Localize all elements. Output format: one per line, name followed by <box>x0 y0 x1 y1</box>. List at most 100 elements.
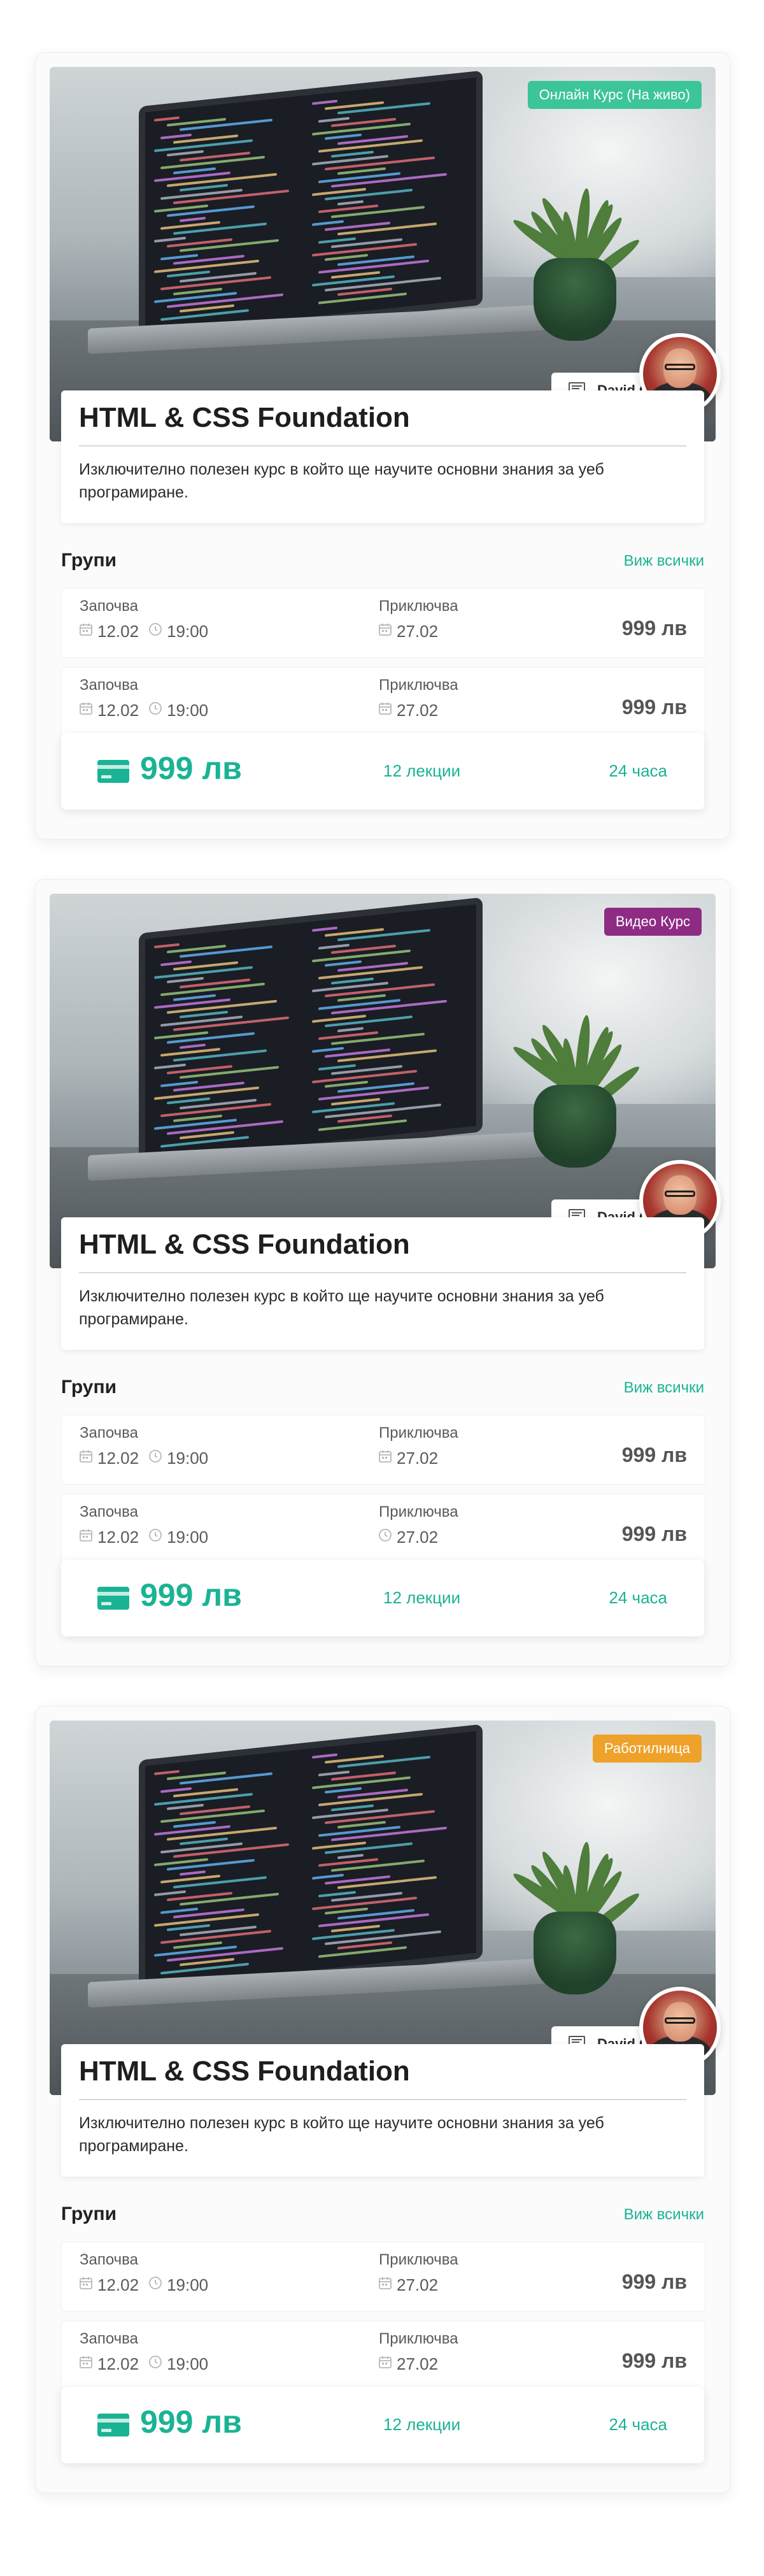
end-date: 27.02 <box>397 701 439 720</box>
end-datetime: 27.02 <box>378 2275 438 2295</box>
groups-title: Групи <box>61 2203 117 2224</box>
course-title[interactable]: HTML & CSS Foundation <box>79 2056 410 2087</box>
calendar-icon <box>378 2354 397 2374</box>
group-price: 999 лв <box>621 617 687 640</box>
clock-icon <box>378 1528 397 1547</box>
course-type-badge: Работилница <box>592 1735 702 1763</box>
calendar-icon <box>78 701 97 720</box>
group-row[interactable]: Започва 12.02 19:00 Приключва 27.02 999 … <box>61 2321 705 2391</box>
calendar-icon <box>378 622 397 641</box>
end-label: Приключва <box>379 2251 458 2268</box>
view-all-link[interactable]: Виж всички <box>624 552 704 570</box>
start-date: 12.02 <box>97 1528 139 1547</box>
hours-count: 24 часа <box>609 1588 667 1607</box>
calendar-icon <box>78 1528 97 1547</box>
end-label: Приключва <box>379 597 458 615</box>
clock-icon <box>148 2275 167 2295</box>
start-time: 19:00 <box>167 1449 209 1468</box>
course-card[interactable]: Видео Курс David Core HTML & CSS Foundat… <box>35 879 730 1666</box>
end-datetime: 27.02 <box>378 701 438 720</box>
end-label: Приключва <box>379 1424 458 1442</box>
group-row[interactable]: Започва 12.02 19:00 Приключва 27.02 999 … <box>61 1415 705 1485</box>
course-type-badge: Видео Курс <box>604 908 702 936</box>
course-image[interactable]: Работилница David Core <box>50 1721 716 2095</box>
divider <box>79 1272 686 1273</box>
start-time: 19:00 <box>167 1528 209 1547</box>
view-all-link[interactable]: Виж всички <box>624 1379 704 1397</box>
start-time: 19:00 <box>167 2354 209 2373</box>
end-datetime: 27.02 <box>378 2354 438 2374</box>
hours-count: 24 часа <box>609 761 667 780</box>
start-date: 12.02 <box>97 2354 139 2373</box>
start-time: 19:00 <box>167 2275 209 2294</box>
course-info: HTML & CSS Foundation Изключително полез… <box>61 2044 704 2177</box>
credit-card-icon <box>97 2412 130 2440</box>
clock-icon <box>148 2354 167 2374</box>
calendar-icon <box>378 701 397 720</box>
start-time: 19:00 <box>167 622 209 641</box>
end-date: 27.02 <box>397 622 439 641</box>
start-label: Започва <box>80 597 138 615</box>
end-date: 27.02 <box>397 1449 439 1468</box>
end-label: Приключва <box>379 1503 458 1521</box>
credit-card-icon <box>97 759 130 787</box>
course-price: 999 лв <box>140 1577 242 1613</box>
group-price: 999 лв <box>621 696 687 719</box>
course-description: Изключително полезен курс в който ще нау… <box>79 461 604 501</box>
group-price: 999 лв <box>621 2270 687 2293</box>
course-summary-bar[interactable]: 999 лв 12 лекции 24 часа <box>61 2387 704 2463</box>
start-datetime: 12.02 19:00 <box>78 1528 208 1547</box>
start-datetime: 12.02 19:00 <box>78 2354 208 2374</box>
start-date: 12.02 <box>97 1449 139 1468</box>
calendar-icon <box>378 1449 397 1468</box>
course-description: Изключително полезен курс в който ще нау… <box>79 1287 604 1328</box>
course-summary-bar[interactable]: 999 лв 12 лекции 24 часа <box>61 733 704 810</box>
course-price: 999 лв <box>140 750 242 786</box>
start-label: Започва <box>80 676 138 694</box>
credit-card-icon <box>97 1585 130 1614</box>
end-date: 27.02 <box>397 2275 439 2294</box>
groups-title: Групи <box>61 1377 117 1398</box>
course-title[interactable]: HTML & CSS Foundation <box>79 402 410 434</box>
course-image[interactable]: Онлайн Курс (На живо) David Core <box>50 67 716 441</box>
course-title[interactable]: HTML & CSS Foundation <box>79 1229 410 1261</box>
start-date: 12.02 <box>97 701 139 720</box>
groups-header: Групи Виж всички <box>61 550 704 575</box>
group-row[interactable]: Започва 12.02 19:00 Приключва 27.02 999 … <box>61 2242 705 2312</box>
course-image[interactable]: Видео Курс David Core <box>50 894 716 1268</box>
group-row[interactable]: Започва 12.02 19:00 Приключва 27.02 999 … <box>61 588 705 658</box>
lectures-count: 12 лекции <box>383 2415 461 2434</box>
start-label: Започва <box>80 1503 138 1521</box>
start-date: 12.02 <box>97 622 139 641</box>
course-card[interactable]: Онлайн Курс (На живо) David Core HTML & … <box>35 52 730 840</box>
clock-icon <box>148 1528 167 1547</box>
start-datetime: 12.02 19:00 <box>78 701 208 720</box>
clock-icon <box>148 1449 167 1468</box>
start-datetime: 12.02 19:00 <box>78 1449 208 1468</box>
course-card[interactable]: Работилница David Core HTML & CSS Founda… <box>35 1706 730 2493</box>
start-time: 19:00 <box>167 701 209 720</box>
calendar-icon <box>78 1449 97 1468</box>
end-label: Приключва <box>379 2330 458 2347</box>
groups-title: Групи <box>61 550 117 571</box>
calendar-icon <box>378 2275 397 2295</box>
calendar-icon <box>78 2354 97 2374</box>
group-row[interactable]: Започва 12.02 19:00 Приключва 27.02 999 … <box>61 667 705 737</box>
clock-icon <box>148 701 167 720</box>
clock-icon <box>148 622 167 641</box>
view-all-link[interactable]: Виж всички <box>624 2206 704 2224</box>
groups-header: Групи Виж всички <box>61 1377 704 1402</box>
start-label: Започва <box>80 2330 138 2347</box>
end-datetime: 27.02 <box>378 1528 438 1547</box>
group-row[interactable]: Започва 12.02 19:00 Приключва 27.02 999 … <box>61 1494 705 1564</box>
divider <box>79 445 686 447</box>
end-datetime: 27.02 <box>378 1449 438 1468</box>
end-datetime: 27.02 <box>378 622 438 641</box>
start-date: 12.02 <box>97 2275 139 2294</box>
course-summary-bar[interactable]: 999 лв 12 лекции 24 часа <box>61 1560 704 1636</box>
course-info: HTML & CSS Foundation Изключително полез… <box>61 1217 704 1350</box>
calendar-icon <box>78 2275 97 2295</box>
start-label: Започва <box>80 1424 138 1442</box>
end-label: Приключва <box>379 676 458 694</box>
end-date: 27.02 <box>397 1528 439 1547</box>
